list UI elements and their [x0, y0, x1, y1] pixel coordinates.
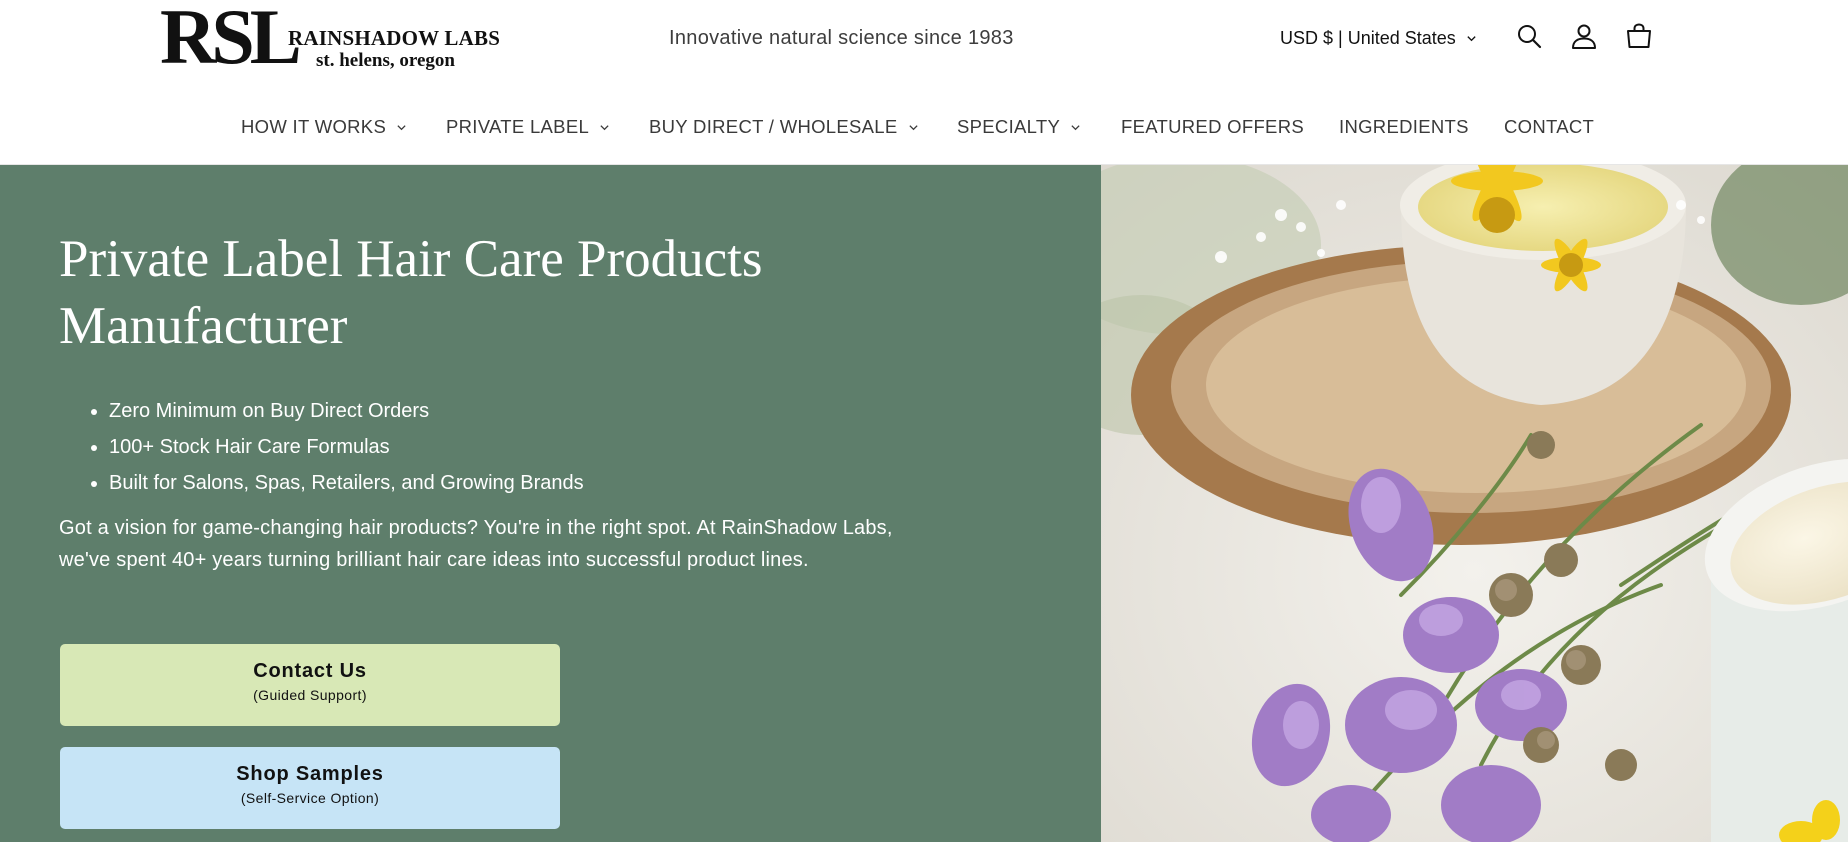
chevron-down-icon: [1467, 36, 1476, 42]
logo-mark: RSL: [160, 0, 302, 80]
nav-featured-offers[interactable]: FEATURED OFFERS: [1121, 116, 1304, 138]
hero-bullet-list: Zero Minimum on Buy Direct Orders 100+ S…: [59, 393, 584, 501]
hero-photo-illustration: [1101, 165, 1848, 842]
nav-label: SPECIALTY: [957, 116, 1061, 137]
contact-us-label: Contact Us: [253, 660, 367, 682]
cart-icon[interactable]: [1625, 22, 1653, 50]
hero-title-line2: Manufacturer: [59, 297, 348, 355]
nav-label: PRIVATE LABEL: [446, 116, 590, 137]
nav-private-label[interactable]: PRIVATE LABEL: [446, 116, 610, 138]
locale-label: USD $ | United States: [1280, 28, 1456, 48]
hero-title: Private Label Hair Care Products Manufac…: [59, 226, 959, 360]
bullet-item: 100+ Stock Hair Care Formulas: [109, 429, 584, 465]
nav-ingredients[interactable]: INGREDIENTS: [1339, 116, 1469, 138]
bullet-item: Built for Salons, Spas, Retailers, and G…: [109, 465, 584, 501]
nav-label: INGREDIENTS: [1339, 116, 1469, 137]
nav-label: FEATURED OFFERS: [1121, 116, 1304, 137]
nav-how-it-works[interactable]: HOW IT WORKS: [241, 116, 407, 138]
site-header: RSL RAINSHADOW LABS st. helens, oregon I…: [0, 0, 1848, 165]
shop-samples-label: Shop Samples: [236, 763, 384, 785]
chevron-down-icon: [1071, 124, 1080, 130]
account-icon[interactable]: [1570, 22, 1598, 50]
nav-contact[interactable]: CONTACT: [1504, 116, 1594, 138]
chevron-down-icon: [600, 124, 609, 130]
logo[interactable]: RSL RAINSHADOW LABS st. helens, oregon: [160, 0, 500, 76]
hero-title-line1: Private Label Hair Care Products: [59, 230, 763, 288]
hero-description: Got a vision for game-changing hair prod…: [59, 512, 959, 576]
locale-selector[interactable]: USD $ | United States: [1280, 28, 1477, 49]
nav-label: CONTACT: [1504, 116, 1595, 137]
hero-image: [1101, 165, 1848, 842]
main-nav: HOW IT WORKS PRIVATE LABEL BUY DIRECT / …: [0, 116, 1848, 140]
nav-buy-direct-wholesale[interactable]: BUY DIRECT / WHOLESALE: [649, 116, 919, 138]
chevron-down-icon: [397, 124, 406, 130]
nav-label: BUY DIRECT / WHOLESALE: [649, 116, 898, 137]
logo-name: RAINSHADOW LABS: [288, 26, 501, 50]
bullet-item: Zero Minimum on Buy Direct Orders: [109, 393, 584, 429]
shop-samples-button[interactable]: Shop Samples (Self-Service Option): [60, 747, 560, 829]
shop-samples-sublabel: (Self-Service Option): [240, 790, 380, 806]
hero-description-line2: we've spent 40+ years turning brilliant …: [59, 549, 809, 571]
chevron-down-icon: [908, 124, 918, 130]
tagline: Innovative natural science since 1983: [669, 27, 1014, 49]
nav-specialty[interactable]: SPECIALTY: [957, 116, 1081, 138]
contact-us-sublabel: (Guided Support): [253, 687, 367, 703]
nav-label: HOW IT WORKS: [241, 116, 387, 137]
hero-description-line1: Got a vision for game-changing hair prod…: [59, 517, 893, 539]
search-icon[interactable]: [1515, 22, 1543, 50]
logo-place: st. helens, oregon: [316, 50, 455, 71]
contact-us-button[interactable]: Contact Us (Guided Support): [60, 644, 560, 726]
